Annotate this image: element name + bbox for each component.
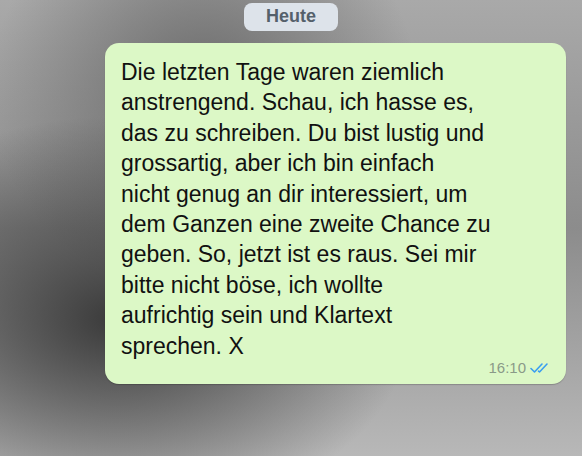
message-time: 16:10 (488, 359, 526, 376)
double-check-icon (530, 361, 552, 375)
message-meta: 16:10 (121, 359, 552, 376)
message-row: Die letzten Tage waren ziemlichanstrenge… (0, 43, 582, 384)
message-line: geben. So, jetzt ist es raus. Sei mir (121, 239, 552, 269)
chat-content: Heute Die letzten Tage waren ziemlichans… (0, 0, 582, 384)
message-line: bitte nicht böse, ich wollte (121, 270, 552, 300)
message-line: nicht genug an dir interessiert, um (121, 179, 552, 209)
chat-screen: Heute Die letzten Tage waren ziemlichans… (0, 0, 582, 456)
message-line: Die letzten Tage waren ziemlich (121, 57, 552, 87)
message-line: grossartig, aber ich bin einfach (121, 148, 552, 178)
message-line: anstrengend. Schau, ich hasse es, (121, 87, 552, 117)
date-chip: Heute (244, 3, 338, 31)
date-row: Heute (0, 3, 582, 31)
message-line: das zu schreiben. Du bist lustig und (121, 118, 552, 148)
message-line: sprechen. X (121, 331, 552, 361)
message-line: dem Ganzen eine zweite Chance zu (121, 209, 552, 239)
message-bubble[interactable]: Die letzten Tage waren ziemlichanstrenge… (105, 43, 566, 384)
message-line: aufrichtig sein und Klartext (121, 300, 552, 330)
message-text: Die letzten Tage waren ziemlichanstrenge… (121, 57, 552, 361)
